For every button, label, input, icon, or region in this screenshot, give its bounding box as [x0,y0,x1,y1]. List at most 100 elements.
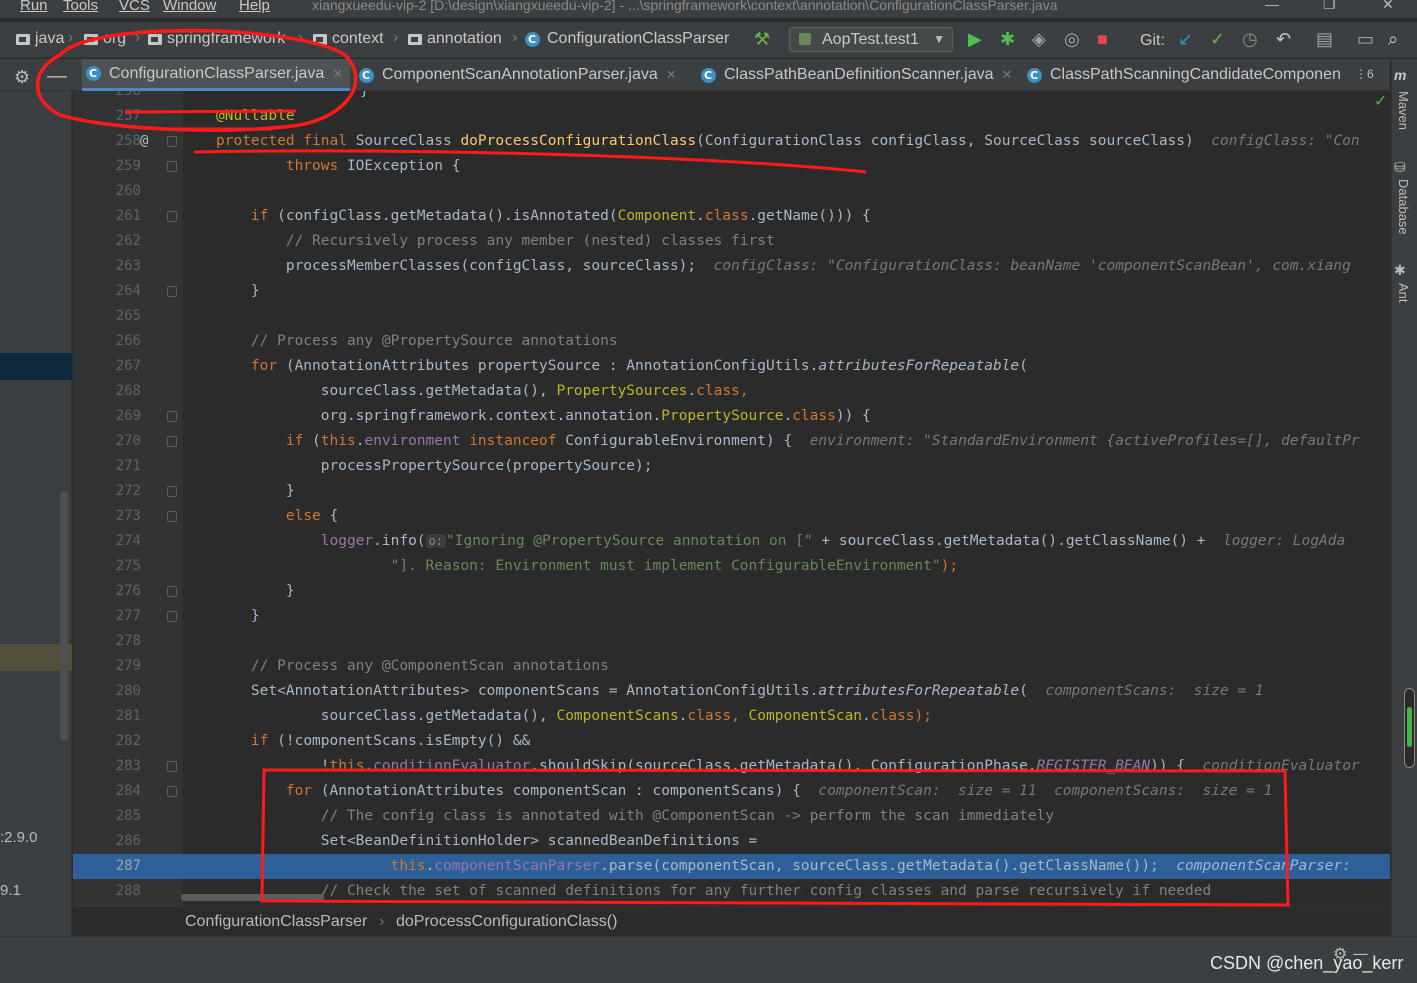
current-execution-line[interactable]: 287 this.componentScanParser.parse(compo… [73,854,1390,879]
more-tabs-button[interactable]: ⋮6 [1355,67,1374,81]
code-line[interactable]: 268 sourceClass.getMetadata(), PropertyS… [73,379,1390,404]
gear-icon[interactable]: ⚙ [14,67,30,88]
line-number: 261 [115,208,141,224]
debug-icon[interactable]: ✱ [1000,28,1015,50]
code-line[interactable]: 284 for (AnnotationAttributes componentS… [73,779,1390,804]
code-line[interactable]: 273 else { [73,504,1390,529]
breadcrumb-class[interactable]: ConfigurationClassParser [525,30,729,48]
editor-horizontal-scrollbar[interactable] [181,894,324,901]
code-line[interactable]: 258 @ protected final SourceClass doProc… [73,129,1390,154]
inspection-ok-icon[interactable]: ✓ [1374,91,1387,110]
editor-breadcrumb-method[interactable]: doProcessConfigurationClass() [396,913,617,931]
fold-marker-icon[interactable] [167,286,177,297]
code-line[interactable]: 275 "]. Reason: Environment must impleme… [73,554,1390,579]
minimize-icon[interactable]: — [1265,0,1279,12]
code-line[interactable]: 283 !this.conditionEvaluator.shouldSkip(… [73,754,1390,779]
stop-icon[interactable]: ■ [1097,28,1108,50]
code-line[interactable]: 264 } [73,279,1390,304]
code-line[interactable]: 271 processPropertySource(propertySource… [73,454,1390,479]
menu-vcs[interactable]: VCS [119,0,150,14]
menu-tools[interactable]: Tools [63,0,98,14]
code-line[interactable]: 276 } [73,579,1390,604]
menu-window[interactable]: Window [163,0,216,14]
tab-componentscanannotationparser[interactable]: ComponentScanAnnotationParser.java ✕ [359,59,677,91]
fold-marker-icon[interactable] [167,411,177,422]
fold-marker-icon[interactable] [167,161,177,172]
menu-run[interactable]: Run [20,0,48,14]
git-commit-icon[interactable]: ✓ [1210,28,1225,50]
code-line[interactable]: 259 throws IOException { [73,154,1390,179]
git-update-icon[interactable]: ↙ [1178,28,1193,50]
keyword-token: this [390,858,426,874]
code-line[interactable]: 272 } [73,479,1390,504]
code-line[interactable]: 265 [73,304,1390,329]
fold-marker-icon[interactable] [167,586,177,597]
project-structure-icon[interactable]: ▤ [1316,28,1333,50]
fold-marker-icon[interactable] [167,611,177,622]
code-line[interactable]: 256 } [73,91,1390,104]
code-line[interactable]: 281 sourceClass.getMetadata(), Component… [73,704,1390,729]
code-line[interactable]: 279 // Process any @ComponentScan annota… [73,654,1390,679]
folder-icon [408,33,422,45]
code-line[interactable]: 285 // The config class is annotated wit… [73,804,1390,829]
ant-tool-button[interactable]: Ant [1396,283,1411,303]
tab-configurationclassparser[interactable]: ConfigurationClassParser.java ✕ [82,59,350,91]
code-line[interactable]: 270 if (this.environment instanceof Conf… [73,429,1390,454]
build-hammer-icon[interactable]: ⚒ [754,28,770,50]
close-tab-icon[interactable]: ✕ [1002,59,1013,91]
code-line[interactable]: 282 if (!componentScans.isEmpty() && [73,729,1390,754]
breadcrumb-annotation[interactable]: annotation [408,30,502,48]
fold-marker-icon[interactable] [167,511,177,522]
code-line[interactable]: 286 Set<BeanDefinitionHolder> scannedBea… [73,829,1390,854]
close-tab-icon[interactable]: ✕ [332,58,343,90]
fold-marker-icon[interactable] [167,136,177,147]
code-line[interactable]: 260 [73,179,1390,204]
editor-breadcrumb-class[interactable]: ConfigurationClassParser [185,913,367,931]
fold-marker-icon[interactable] [167,436,177,447]
fold-marker-icon[interactable] [167,486,177,497]
database-tool-button[interactable]: Database [1396,179,1411,235]
code-line[interactable]: 269 org.springframework.context.annotati… [73,404,1390,429]
run-configuration-select[interactable]: AopTest.test1 ▼ [789,27,953,52]
close-tab-icon[interactable]: ✕ [666,59,677,91]
breadcrumb-springframework[interactable]: springframework [148,30,285,48]
breadcrumb-java[interactable]: java [16,30,64,48]
code-line[interactable]: 261 if (configClass.getMetadata().isAnno… [73,204,1390,229]
project-panel-scrollbar[interactable] [60,491,68,741]
project-tree-item[interactable]: 9.1 [0,882,21,899]
collapse-icon[interactable]: — [47,65,67,88]
tab-classpathbeandefinitionscanner[interactable]: ClassPathBeanDefinitionScanner.java ✕ [701,59,1012,91]
breadcrumb-org[interactable]: org [84,30,126,48]
breadcrumb-context[interactable]: context [313,30,384,48]
code-line[interactable]: 274 logger.info(o: "Ignoring @PropertySou… [73,529,1390,554]
tab-classpathscanningcandidatecomponent[interactable]: ClassPathScanningCandidateComponen [1027,59,1343,91]
search-icon[interactable]: ⌕ [1388,28,1398,50]
maven-tool-button[interactable]: Maven [1396,91,1411,130]
code-line[interactable]: 262 // Recursively process any member (n… [73,229,1390,254]
code-line[interactable]: 263 processMemberClasses(configClass, so… [73,254,1390,279]
menu-help[interactable]: Help [239,0,270,14]
project-tree-item[interactable]: :2.9.0 [0,829,38,846]
maximize-icon[interactable]: ❐ [1323,0,1336,13]
code-line[interactable]: 267 for (AnnotationAttributes propertySo… [73,354,1390,379]
profiler-icon[interactable]: ◎ [1064,28,1080,50]
keyword-token: if [250,733,278,749]
run-icon[interactable]: ▶ [968,28,982,50]
editor-vertical-scrollbar[interactable] [1404,688,1415,768]
git-history-icon[interactable]: ◷ [1242,28,1258,50]
code-line[interactable]: 266 // Process any @PropertySource annot… [73,329,1390,354]
fold-marker-icon[interactable] [167,211,177,222]
code-line[interactable]: 278 [73,629,1390,654]
code-line[interactable]: 277 } [73,604,1390,629]
fold-marker-icon[interactable] [167,761,177,772]
code-editor[interactable]: 256 } 257 @Nullable 258 @ protected fina… [73,91,1390,906]
code-line[interactable]: 257 @Nullable [73,104,1390,129]
close-window-icon[interactable]: ✕ [1382,0,1394,13]
code-line[interactable]: 280 Set<AnnotationAttributes> componentS… [73,679,1390,704]
fold-marker-icon[interactable] [167,786,177,797]
rollback-icon[interactable]: ↶ [1276,28,1291,50]
coverage-icon[interactable]: ◈ [1032,28,1046,50]
project-tree-selected-row[interactable] [0,353,72,380]
presentation-icon[interactable]: ▭ [1357,28,1374,50]
override-marker-icon[interactable]: @ [140,129,148,154]
